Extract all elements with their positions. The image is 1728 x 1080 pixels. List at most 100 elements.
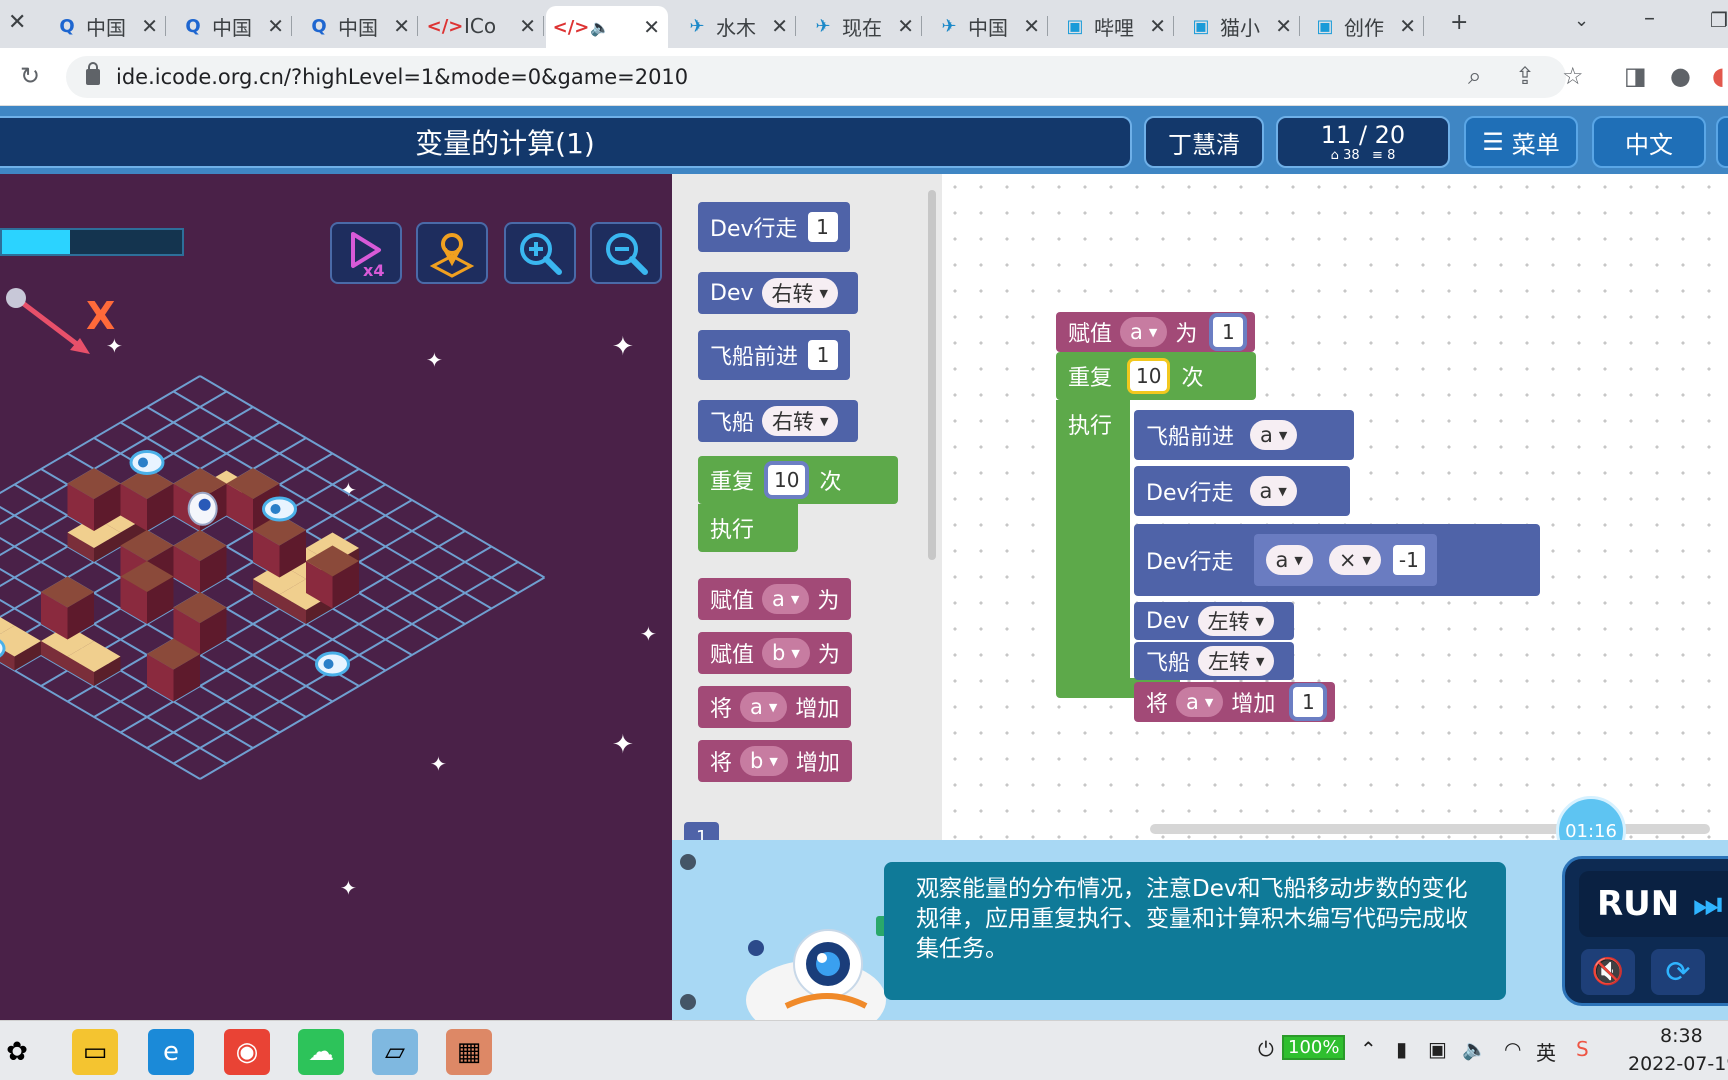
energy-capsule-core bbox=[323, 659, 334, 669]
assign-block[interactable]: 赋值 a ▼ 为 1 bbox=[1056, 312, 1256, 352]
toolbox-assign-b-block[interactable]: 赋值 b ▼ 为 bbox=[698, 632, 852, 674]
tab-close-icon[interactable]: ✕ bbox=[643, 15, 660, 39]
level-progress[interactable]: 11 / 20 ⌂ 38 ≡ 8 bbox=[1276, 116, 1450, 168]
reload-icon[interactable]: ↻ bbox=[20, 62, 40, 90]
toolbox-increase-a-block[interactable]: 将 a ▼ 增加 bbox=[698, 686, 852, 728]
tab-close-icon[interactable]: ✕ bbox=[519, 14, 536, 38]
app-header: 变量的计算(1) 丁慧清 11 / 20 ⌂ 38 ≡ 8 ☰ 菜单 中文 bbox=[0, 106, 1728, 174]
toolbox-assign-a-block[interactable]: 赋值 a ▼ 为 bbox=[698, 578, 852, 620]
tab-close-icon[interactable]: ✕ bbox=[1149, 14, 1166, 38]
browser-tab[interactable]: Q 中国 ✕ bbox=[168, 6, 292, 46]
toolbox-number-block[interactable]: 1 bbox=[684, 822, 720, 840]
tab-search-icon[interactable]: ⌄ bbox=[1574, 10, 1589, 31]
repeat-count-input[interactable]: 10 bbox=[1130, 361, 1168, 391]
profile-icon[interactable]: ● bbox=[1670, 62, 1691, 90]
browser-tab[interactable]: ▣ 猫小 ✕ bbox=[1176, 6, 1300, 46]
mute-button[interactable]: 🔇 bbox=[1581, 949, 1635, 995]
level-title: 变量的计算(1) bbox=[0, 116, 1132, 168]
increase-a-block[interactable]: 将 a ▼ 增加 1 bbox=[1134, 682, 1336, 722]
tab-close-icon[interactable]: ✕ bbox=[8, 10, 26, 35]
file-explorer-icon[interactable]: ▭ bbox=[72, 1029, 118, 1075]
tab-title: 现在 bbox=[842, 15, 882, 40]
wechat-icon[interactable]: ☁ bbox=[298, 1029, 344, 1075]
tab-close-icon[interactable]: ✕ bbox=[771, 14, 788, 38]
code-workspace[interactable]: 赋值 a ▼ 为 1 重复 10 次 执行 飞船前进 a ▼ Dev行走 a ▼ De… bbox=[942, 174, 1728, 840]
tab-audio-icon[interactable]: 🔈 bbox=[590, 18, 610, 37]
maximize-icon[interactable]: ❐ bbox=[1710, 8, 1728, 32]
toolbox-dev-walk-block[interactable]: Dev行走 1 bbox=[698, 202, 850, 252]
tab-favicon-icon: ✈ bbox=[941, 15, 957, 37]
tab-close-icon[interactable]: ✕ bbox=[393, 14, 410, 38]
progress-stats: ⌂ 38 ≡ 8 bbox=[1331, 148, 1396, 163]
tab-close-icon[interactable]: ✕ bbox=[141, 14, 158, 38]
toolbox-scrollbar[interactable] bbox=[928, 190, 936, 560]
header-overflow[interactable] bbox=[1716, 116, 1728, 168]
dev-turn-left-block[interactable]: Dev 左转 ▼ bbox=[1134, 602, 1294, 640]
dev-walk-block[interactable]: Dev行走 a ▼ bbox=[1134, 466, 1350, 516]
start-icon[interactable]: ✿ bbox=[0, 1029, 40, 1075]
toolbox-repeat-block[interactable]: 重复 10 次 bbox=[698, 456, 898, 504]
mic-icon[interactable]: ▮ bbox=[1396, 1037, 1407, 1061]
language-button[interactable]: 中文 bbox=[1592, 116, 1706, 168]
browser-tab[interactable]: </> 🔈 ✕ bbox=[546, 6, 668, 48]
url-omnibox[interactable]: ide.icode.org.cn/?highLevel=1&mode=0&gam… bbox=[66, 56, 1566, 98]
browser-tab[interactable]: ▣ 创作 ✕ bbox=[1300, 6, 1424, 46]
repeat-block-body[interactable]: 执行 bbox=[1056, 400, 1130, 678]
dev-walk-expression-block[interactable]: Dev行走 a ▼ × ▼ -1 bbox=[1134, 524, 1540, 596]
share-icon[interactable]: ⇪ bbox=[1515, 62, 1535, 90]
menu-button[interactable]: ☰ 菜单 bbox=[1464, 116, 1578, 168]
clock-time[interactable]: 8:38 bbox=[1660, 1025, 1703, 1047]
tab-close-icon[interactable]: ✕ bbox=[1275, 14, 1292, 38]
browser-tab[interactable]: ✈ 中国 ✕ bbox=[924, 6, 1048, 46]
browser-tab[interactable]: </> ICo ✕ bbox=[420, 6, 544, 46]
browser-tab[interactable]: ▣ 哔哩 ✕ bbox=[1050, 6, 1174, 46]
paint-app-icon[interactable]: ▦ bbox=[446, 1029, 492, 1075]
volume-icon[interactable]: 🔈 bbox=[1462, 1037, 1487, 1061]
grid-line bbox=[199, 576, 546, 780]
minimize-icon[interactable]: – bbox=[1644, 6, 1655, 31]
tab-close-icon[interactable]: ✕ bbox=[1023, 14, 1040, 38]
side-panel-icon[interactable]: ◨ bbox=[1624, 62, 1647, 90]
notes-app-icon[interactable]: ▱ bbox=[372, 1029, 418, 1075]
chevron-up-icon[interactable]: ⌃ bbox=[1360, 1037, 1377, 1061]
toolbox-repeat-do-label[interactable]: 执行 bbox=[698, 504, 798, 552]
extension-icon[interactable]: ◖ bbox=[1712, 62, 1725, 90]
edge-icon[interactable]: e bbox=[148, 1029, 194, 1075]
ime-indicator[interactable]: 英 bbox=[1536, 1037, 1556, 1066]
wifi-icon[interactable]: ◠ bbox=[1504, 1037, 1521, 1061]
display-icon[interactable]: ▣ bbox=[1428, 1037, 1447, 1061]
clock-date[interactable]: 2022-07-19 bbox=[1628, 1053, 1728, 1075]
battery-indicator[interactable]: 100% bbox=[1282, 1035, 1346, 1060]
toolbox-dev-turn-block[interactable]: Dev 右转 ▼ bbox=[698, 272, 858, 314]
toolbox-ship-turn-block[interactable]: 飞船 右转 ▼ bbox=[698, 400, 859, 442]
sogou-icon[interactable]: S bbox=[1576, 1037, 1589, 1061]
browser-tab[interactable]: ✈ 现在 ✕ bbox=[798, 6, 922, 46]
browser-tab[interactable]: Q 中国 ✕ bbox=[42, 6, 166, 46]
ship-turn-left-block[interactable]: 飞船 左转 ▼ bbox=[1134, 642, 1295, 680]
bookmark-star-icon[interactable]: ☆ bbox=[1562, 62, 1584, 90]
toolbox-increase-b-block[interactable]: 将 b ▼ 增加 bbox=[698, 740, 852, 782]
browser-tab[interactable]: Q 中国 ✕ bbox=[294, 6, 418, 46]
workspace-scrollbar[interactable] bbox=[1150, 824, 1710, 834]
chrome-icon[interactable]: ◉ bbox=[224, 1029, 270, 1075]
run-button[interactable]: RUN ⏭ bbox=[1579, 871, 1728, 937]
home-icon: ⌂ bbox=[1330, 147, 1339, 163]
ship-forward-block[interactable]: 飞船前进 a ▼ bbox=[1134, 410, 1354, 460]
browser-tab[interactable]: ✈ 水木 ✕ bbox=[672, 6, 796, 46]
game-canvas[interactable]: x4 X ✦ ✦ ✦ ✦ ✦ ✦ ✦ ✦ bbox=[0, 174, 672, 1020]
zoom-icon[interactable]: ⌕ bbox=[1468, 62, 1481, 90]
dev-robot-eye bbox=[198, 498, 211, 511]
user-name-button[interactable]: 丁慧清 bbox=[1144, 116, 1264, 168]
tab-close-icon[interactable]: ✕ bbox=[897, 14, 914, 38]
repeat-block-header[interactable]: 重复 10 次 bbox=[1056, 352, 1256, 400]
mute-icon: 🔇 bbox=[1591, 957, 1625, 987]
tab-close-icon[interactable]: ✕ bbox=[267, 14, 284, 38]
multiply-expression[interactable]: a ▼ × ▼ -1 bbox=[1253, 534, 1437, 586]
menu-label: 菜单 bbox=[1511, 130, 1560, 159]
reset-button[interactable]: ⟳ bbox=[1651, 949, 1705, 995]
tab-favicon-icon: </> bbox=[552, 16, 590, 38]
progress-text: 11 / 20 bbox=[1320, 120, 1406, 149]
tab-close-icon[interactable]: ✕ bbox=[1399, 14, 1416, 38]
new-tab-button[interactable]: + bbox=[1450, 10, 1468, 35]
toolbox-ship-forward-block[interactable]: 飞船前进 1 bbox=[698, 330, 851, 380]
